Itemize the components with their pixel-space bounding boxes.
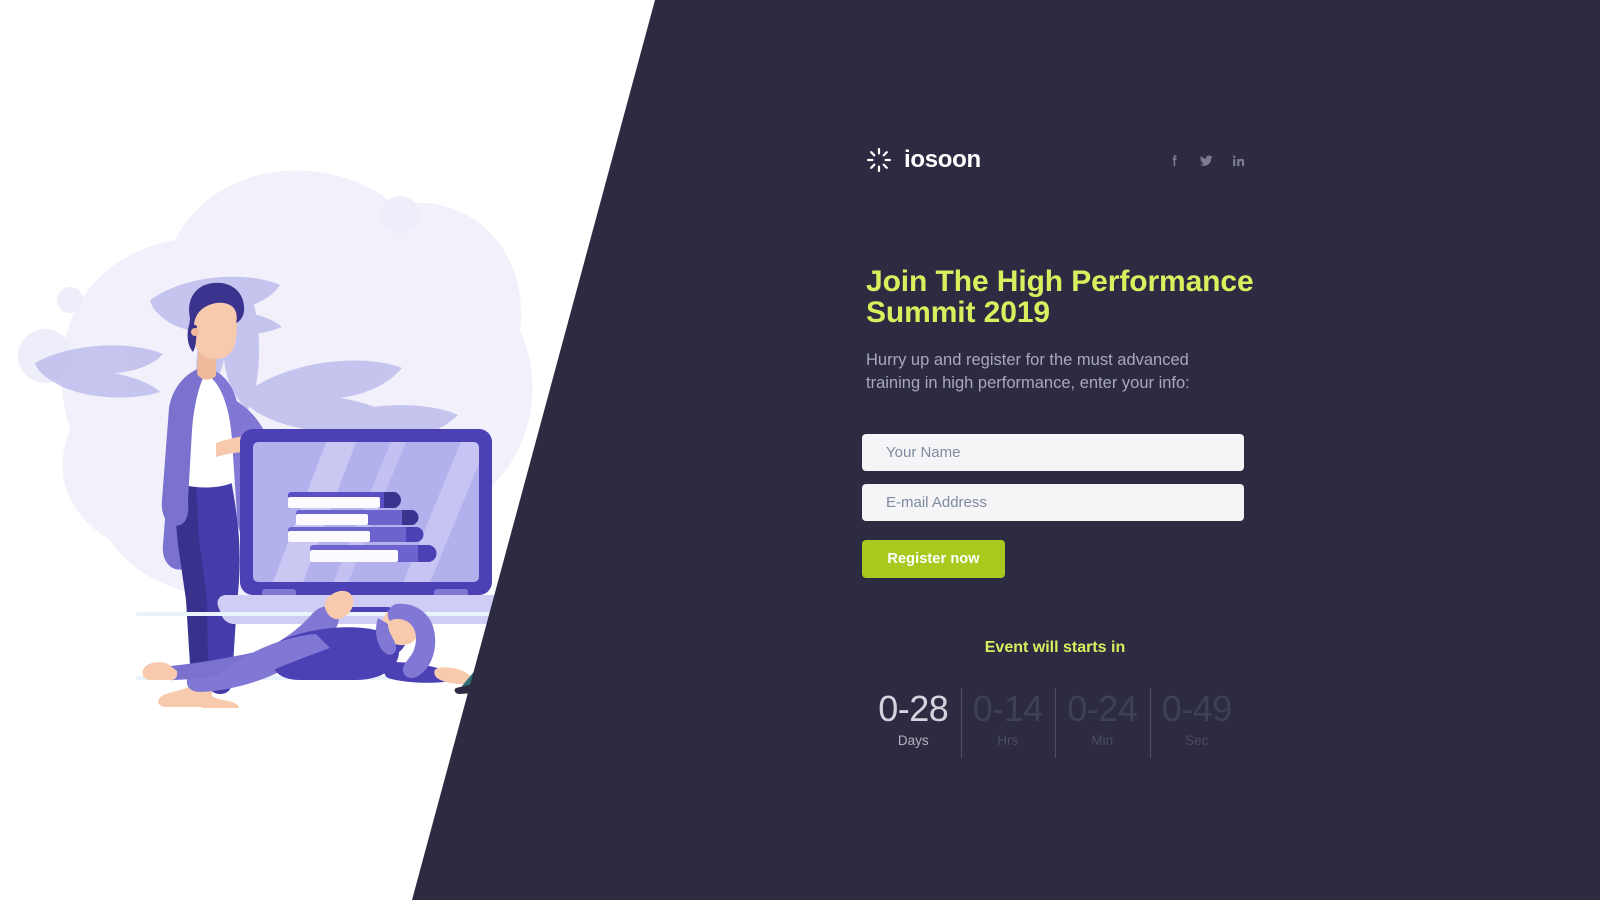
sunburst-spinner-icon bbox=[866, 147, 892, 173]
social-link-facebook[interactable] bbox=[1167, 153, 1182, 168]
deco-circle bbox=[57, 287, 83, 313]
countdown-label-hours: Hrs bbox=[997, 733, 1019, 748]
page-title: Join The High Performance Summit 2019 bbox=[866, 266, 1266, 328]
name-input[interactable] bbox=[862, 434, 1244, 471]
page-subtitle: Hurry up and register for the must advan… bbox=[866, 349, 1258, 396]
site-header: iosoon bbox=[866, 143, 1246, 177]
page-subtitle-line-1: Hurry up and register for the must advan… bbox=[866, 351, 1189, 369]
registration-form: Register now bbox=[862, 434, 1244, 578]
facebook-icon bbox=[1172, 154, 1177, 166]
brand[interactable]: iosoon bbox=[866, 147, 981, 173]
countdown-label-minutes: Min bbox=[1091, 733, 1114, 748]
deco-circle bbox=[381, 196, 419, 234]
page-title-line-2: Summit 2019 bbox=[866, 296, 1050, 330]
countdown-unit-days: 0-28 Days bbox=[866, 686, 961, 748]
countdown-value-days: 0-28 bbox=[878, 688, 949, 729]
landing-page: iosoon Join The High Performance Summit … bbox=[0, 0, 1600, 900]
countdown-unit-hours: 0-14 Hrs bbox=[960, 686, 1056, 758]
linkedin-icon bbox=[1232, 154, 1245, 166]
email-input[interactable] bbox=[862, 484, 1244, 521]
laptop-with-books bbox=[217, 429, 515, 624]
countdown-unit-minutes: 0-24 Min bbox=[1055, 686, 1150, 758]
page-subtitle-line-2: training in high performance, enter your… bbox=[866, 374, 1190, 393]
countdown-value-seconds: 0-49 bbox=[1161, 688, 1233, 729]
social-links bbox=[1167, 153, 1246, 168]
countdown-heading: Event will starts in bbox=[984, 639, 1126, 656]
brand-name: iosoon bbox=[904, 146, 981, 173]
countdown-unit-seconds: 0-49 Sec bbox=[1149, 686, 1245, 758]
countdown-value-hours: 0-14 bbox=[972, 688, 1044, 729]
register-button[interactable]: Register now bbox=[862, 540, 1005, 578]
page-title-line-1: Join The High Performance bbox=[866, 265, 1254, 298]
countdown-label-seconds: Sec bbox=[1185, 733, 1209, 748]
social-link-twitter[interactable] bbox=[1199, 153, 1214, 168]
social-link-linkedin[interactable] bbox=[1231, 153, 1246, 168]
countdown-value-minutes: 0-24 bbox=[1067, 688, 1138, 729]
countdown-timer: 0-28 Days 0-14 Hrs 0-24 Min 0-49 Sec bbox=[866, 686, 1245, 758]
countdown-label-days: Days bbox=[897, 733, 929, 748]
twitter-icon bbox=[1199, 154, 1213, 166]
